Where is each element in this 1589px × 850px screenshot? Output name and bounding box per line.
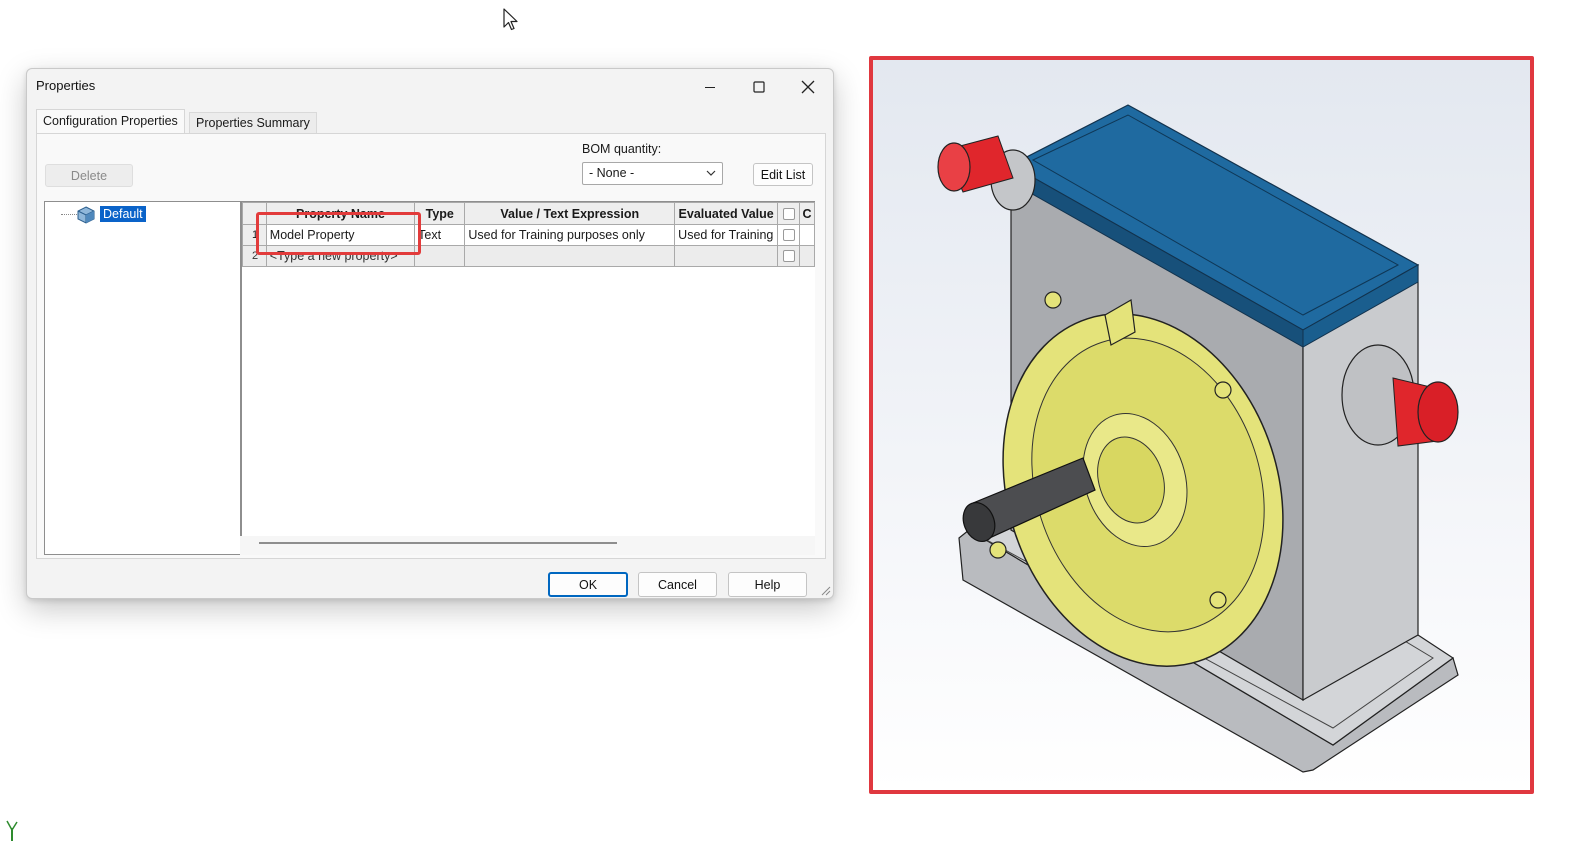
cell-extra [798,245,815,267]
minimize-button[interactable] [687,73,733,101]
bom-quantity-value: - None - [589,166,635,180]
tree-connector [61,214,77,215]
tab-properties-summary[interactable]: Properties Summary [189,112,317,133]
resize-grip-icon[interactable] [819,584,831,596]
model-viewport[interactable] [869,56,1534,794]
horizontal-scrollbar[interactable] [259,542,617,544]
cell-checkbox[interactable] [777,245,800,267]
cell-type[interactable]: Text [414,224,466,246]
gearbox-model-image [937,104,1459,773]
dialog-title: Properties [36,78,96,93]
maximize-icon [753,81,765,93]
ok-button[interactable]: OK [548,572,628,597]
bom-quantity-select[interactable]: - None - [582,162,723,185]
annotation-highlight [256,212,421,255]
maximize-button[interactable] [736,73,782,101]
header-check[interactable] [782,207,795,220]
cell-extra [798,224,815,246]
delete-button[interactable]: Delete [45,164,133,187]
cell-value-expression[interactable]: Used for Training purposes only [464,224,676,246]
cell-checkbox[interactable] [777,224,800,246]
chevron-down-icon [706,170,716,176]
close-icon [801,80,815,94]
properties-dialog: Properties Configuration Properties Prop… [26,68,834,599]
tree-item-default[interactable]: Default [100,206,146,222]
help-button[interactable]: Help [728,572,807,597]
part-config-icon [77,206,95,224]
header-checkbox[interactable] [777,202,800,225]
cell-evaluated-value [674,245,779,267]
mouse-cursor-icon [503,8,518,31]
header-value-expression[interactable]: Value / Text Expression [464,202,676,225]
configuration-tree: Default [44,201,241,555]
header-extra: C [798,202,815,225]
close-button[interactable] [785,73,831,101]
cell-type[interactable] [414,245,466,267]
minimize-icon [705,87,715,88]
row-check[interactable] [782,229,795,241]
triad-icon [6,820,18,841]
tab-configuration-properties[interactable]: Configuration Properties [36,109,185,134]
grid-scroll-area [240,536,815,555]
bom-quantity-label: BOM quantity: [582,142,662,156]
cell-evaluated-value: Used for Training [674,224,779,246]
header-evaluated-value[interactable]: Evaluated Value [674,202,779,225]
header-type[interactable]: Type [414,202,466,225]
row-check[interactable] [782,250,795,262]
cell-value-expression[interactable] [464,245,676,267]
cancel-button[interactable]: Cancel [638,572,717,597]
edit-list-button[interactable]: Edit List [753,163,813,186]
